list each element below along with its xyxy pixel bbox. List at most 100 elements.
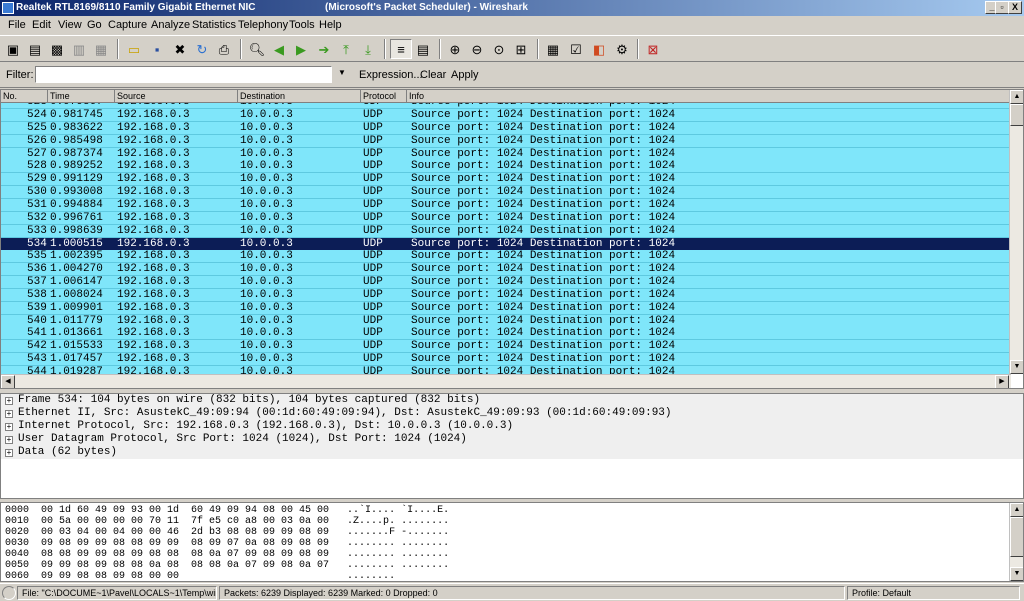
scroll-up-icon[interactable]: ▲ [1010,503,1023,517]
zoom-in-icon[interactable]: ⊕ [446,40,464,58]
display-filters-icon[interactable]: ☑ [567,40,585,58]
packet-row[interactable]: 526 0.985498 192.168.0.3 10.0.0.3 UDP Source … [1,134,1011,148]
scroll-left-icon[interactable]: ◀ [1,375,15,388]
packet-row[interactable]: 540 1.011779 192.168.0.3 10.0.0.3 UDP Source … [1,314,1011,328]
reload-icon[interactable]: ↻ [193,40,211,58]
tree-item-udp[interactable]: + User Datagram Protocol, Src Port: 1024… [1,433,1023,446]
close-window-button[interactable]: X [1008,1,1022,14]
resize-columns-icon[interactable]: ⊞ [512,40,530,58]
coloring-rules-icon[interactable]: ◧ [590,40,608,58]
packet-row[interactable]: 527 0.987374 192.168.0.3 10.0.0.3 UDP Source … [1,147,1011,161]
packet-row[interactable]: 530 0.993008 192.168.0.3 10.0.0.3 UDP Source … [1,186,1011,200]
menu-view[interactable]: View [58,19,82,31]
normal-size-icon[interactable]: ⊙ [490,40,508,58]
help-icon[interactable]: ⊠ [644,40,662,58]
clear-button[interactable]: Clear [420,69,446,81]
go-to-packet-icon[interactable]: ➔ [315,40,333,58]
packet-row-selected[interactable]: 534 1.000515 192.168.0.3 10.0.0.3 UDP Source … [1,237,1011,251]
menu-statistics[interactable]: Statistics [192,19,236,31]
expand-icon[interactable]: + [5,423,13,431]
column-protocol[interactable]: Protocol [361,90,407,103]
column-time[interactable]: Time [48,90,115,103]
hex-row: 0020 00 03 04 00 04 00 00 46 2d b3 08 08… [5,527,450,538]
packet-row[interactable]: 525 0.983622 192.168.0.3 10.0.0.3 UDP Source … [1,121,1011,135]
restore-button[interactable]: ▫ [995,1,1009,14]
packet-list-hscrollbar[interactable]: ◀ ▶ [1,374,1011,388]
expand-icon[interactable]: + [5,449,13,457]
menu-help[interactable]: Help [319,19,342,31]
packet-bytes-pane[interactable]: 0000 00 1d 60 49 09 93 00 1d 60 49 09 94… [0,502,1024,582]
scroll-thumb[interactable] [1010,517,1023,557]
capture-filters-icon[interactable]: ▦ [544,40,562,58]
tree-item-data[interactable]: + Data (62 bytes) [1,446,1023,459]
packet-row[interactable]: 531 0.994884 192.168.0.3 10.0.0.3 UDP Source … [1,198,1011,212]
stop-capture-icon[interactable]: ▥ [70,40,88,58]
zoom-out-icon[interactable]: ⊖ [468,40,486,58]
menu-tools[interactable]: Tools [289,19,315,31]
expand-icon[interactable]: + [5,410,13,418]
column-destination[interactable]: Destination [238,90,361,103]
packet-list[interactable]: 5230.979867192.168.0.310.0.0.3UDPSource … [0,89,1024,389]
packet-details-tree[interactable]: + Frame 534: 104 bytes on wire (832 bits… [0,393,1024,499]
scroll-right-icon[interactable]: ▶ [995,375,1009,388]
packet-row[interactable]: 533 0.998639 192.168.0.3 10.0.0.3 UDP Source … [1,224,1011,238]
restart-capture-icon[interactable]: ▦ [92,40,110,58]
packet-row[interactable]: 539 1.009901 192.168.0.3 10.0.0.3 UDP Source … [1,301,1011,315]
close-file-icon[interactable]: ✖ [171,40,189,58]
packet-row[interactable]: 543 1.017457 192.168.0.3 10.0.0.3 UDP Source … [1,353,1011,367]
start-capture-icon[interactable]: ▩ [48,40,66,58]
toolbar-separator [384,39,386,59]
packet-row[interactable]: 538 1.008024 192.168.0.3 10.0.0.3 UDP Source … [1,288,1011,302]
column-info[interactable]: Info [407,90,1011,103]
packet-row[interactable]: 542 1.015533 192.168.0.3 10.0.0.3 UDP Source … [1,340,1011,354]
hex-vscrollbar[interactable]: ▲ ▼ [1009,503,1023,581]
scroll-down-icon[interactable]: ▼ [1010,567,1023,581]
scroll-up-icon[interactable]: ▲ [1010,90,1023,104]
go-last-icon[interactable]: ⤓ [359,40,377,58]
go-forward-icon[interactable]: ▶ [292,40,310,58]
auto-scroll-icon[interactable]: ▤ [414,40,432,58]
menu-go[interactable]: Go [87,19,102,31]
filter-dropdown-icon[interactable]: ▼ [338,68,346,77]
packet-row[interactable]: 532 0.996761 192.168.0.3 10.0.0.3 UDP Source … [1,211,1011,225]
print-icon[interactable]: ⎙ [215,40,233,58]
scroll-thumb[interactable] [1010,104,1023,126]
menu-telephony[interactable]: Telephony [238,19,288,31]
tree-item-frame[interactable]: + Frame 534: 104 bytes on wire (832 bits… [1,394,1023,407]
column-no[interactable]: No. [1,90,48,103]
expand-icon[interactable]: + [5,397,13,405]
menu-analyze[interactable]: Analyze [151,19,190,31]
cell-source: 192.168.0.3 [117,314,190,327]
tree-item-ip[interactable]: + Internet Protocol, Src: 192.168.0.3 (1… [1,420,1023,433]
go-first-icon[interactable]: ⤒ [337,40,355,58]
find-packet-icon[interactable]: 🔍︎ [248,40,266,58]
cell-time: 1.002395 [50,250,103,263]
open-file-icon[interactable]: ▭ [125,40,143,58]
save-file-icon[interactable]: ▪ [148,40,166,58]
column-source[interactable]: Source [115,90,238,103]
tree-item-ethernet[interactable]: + Ethernet II, Src: AsustekC_49:09:94 (0… [1,407,1023,420]
menu-edit[interactable]: Edit [32,19,51,31]
menu-file[interactable]: File [8,19,26,31]
capture-options-icon[interactable]: ▤ [26,40,44,58]
filter-input[interactable] [35,66,332,83]
packet-row[interactable]: 536 1.004270 192.168.0.3 10.0.0.3 UDP Source … [1,263,1011,277]
preferences-icon[interactable]: ⚙ [613,40,631,58]
scroll-down-icon[interactable]: ▼ [1010,360,1023,374]
packet-row[interactable]: 535 1.002395 192.168.0.3 10.0.0.3 UDP Source … [1,250,1011,264]
packet-row[interactable]: 541 1.013661 192.168.0.3 10.0.0.3 UDP Source … [1,327,1011,341]
packet-list-vscrollbar[interactable]: ▲ ▼ [1009,90,1023,374]
expand-icon[interactable]: + [5,436,13,444]
apply-button[interactable]: Apply [451,69,479,81]
expression-button[interactable]: Expression... [359,69,423,81]
go-back-icon[interactable]: ◀ [270,40,288,58]
expert-info-icon[interactable] [2,586,16,600]
packet-row[interactable]: 528 0.989252 192.168.0.3 10.0.0.3 UDP Source … [1,160,1011,174]
colorize-icon[interactable]: ≡ [390,39,412,59]
menu-capture[interactable]: Capture [108,19,147,31]
packet-row[interactable]: 524 0.981745 192.168.0.3 10.0.0.3 UDP Source … [1,109,1011,122]
interface-list-icon[interactable]: ▣ [4,40,22,58]
packet-row[interactable]: 537 1.006147 192.168.0.3 10.0.0.3 UDP Source … [1,276,1011,290]
packet-row[interactable]: 529 0.991129 192.168.0.3 10.0.0.3 UDP Source … [1,173,1011,187]
status-profile[interactable]: Profile: Default [847,586,1020,600]
